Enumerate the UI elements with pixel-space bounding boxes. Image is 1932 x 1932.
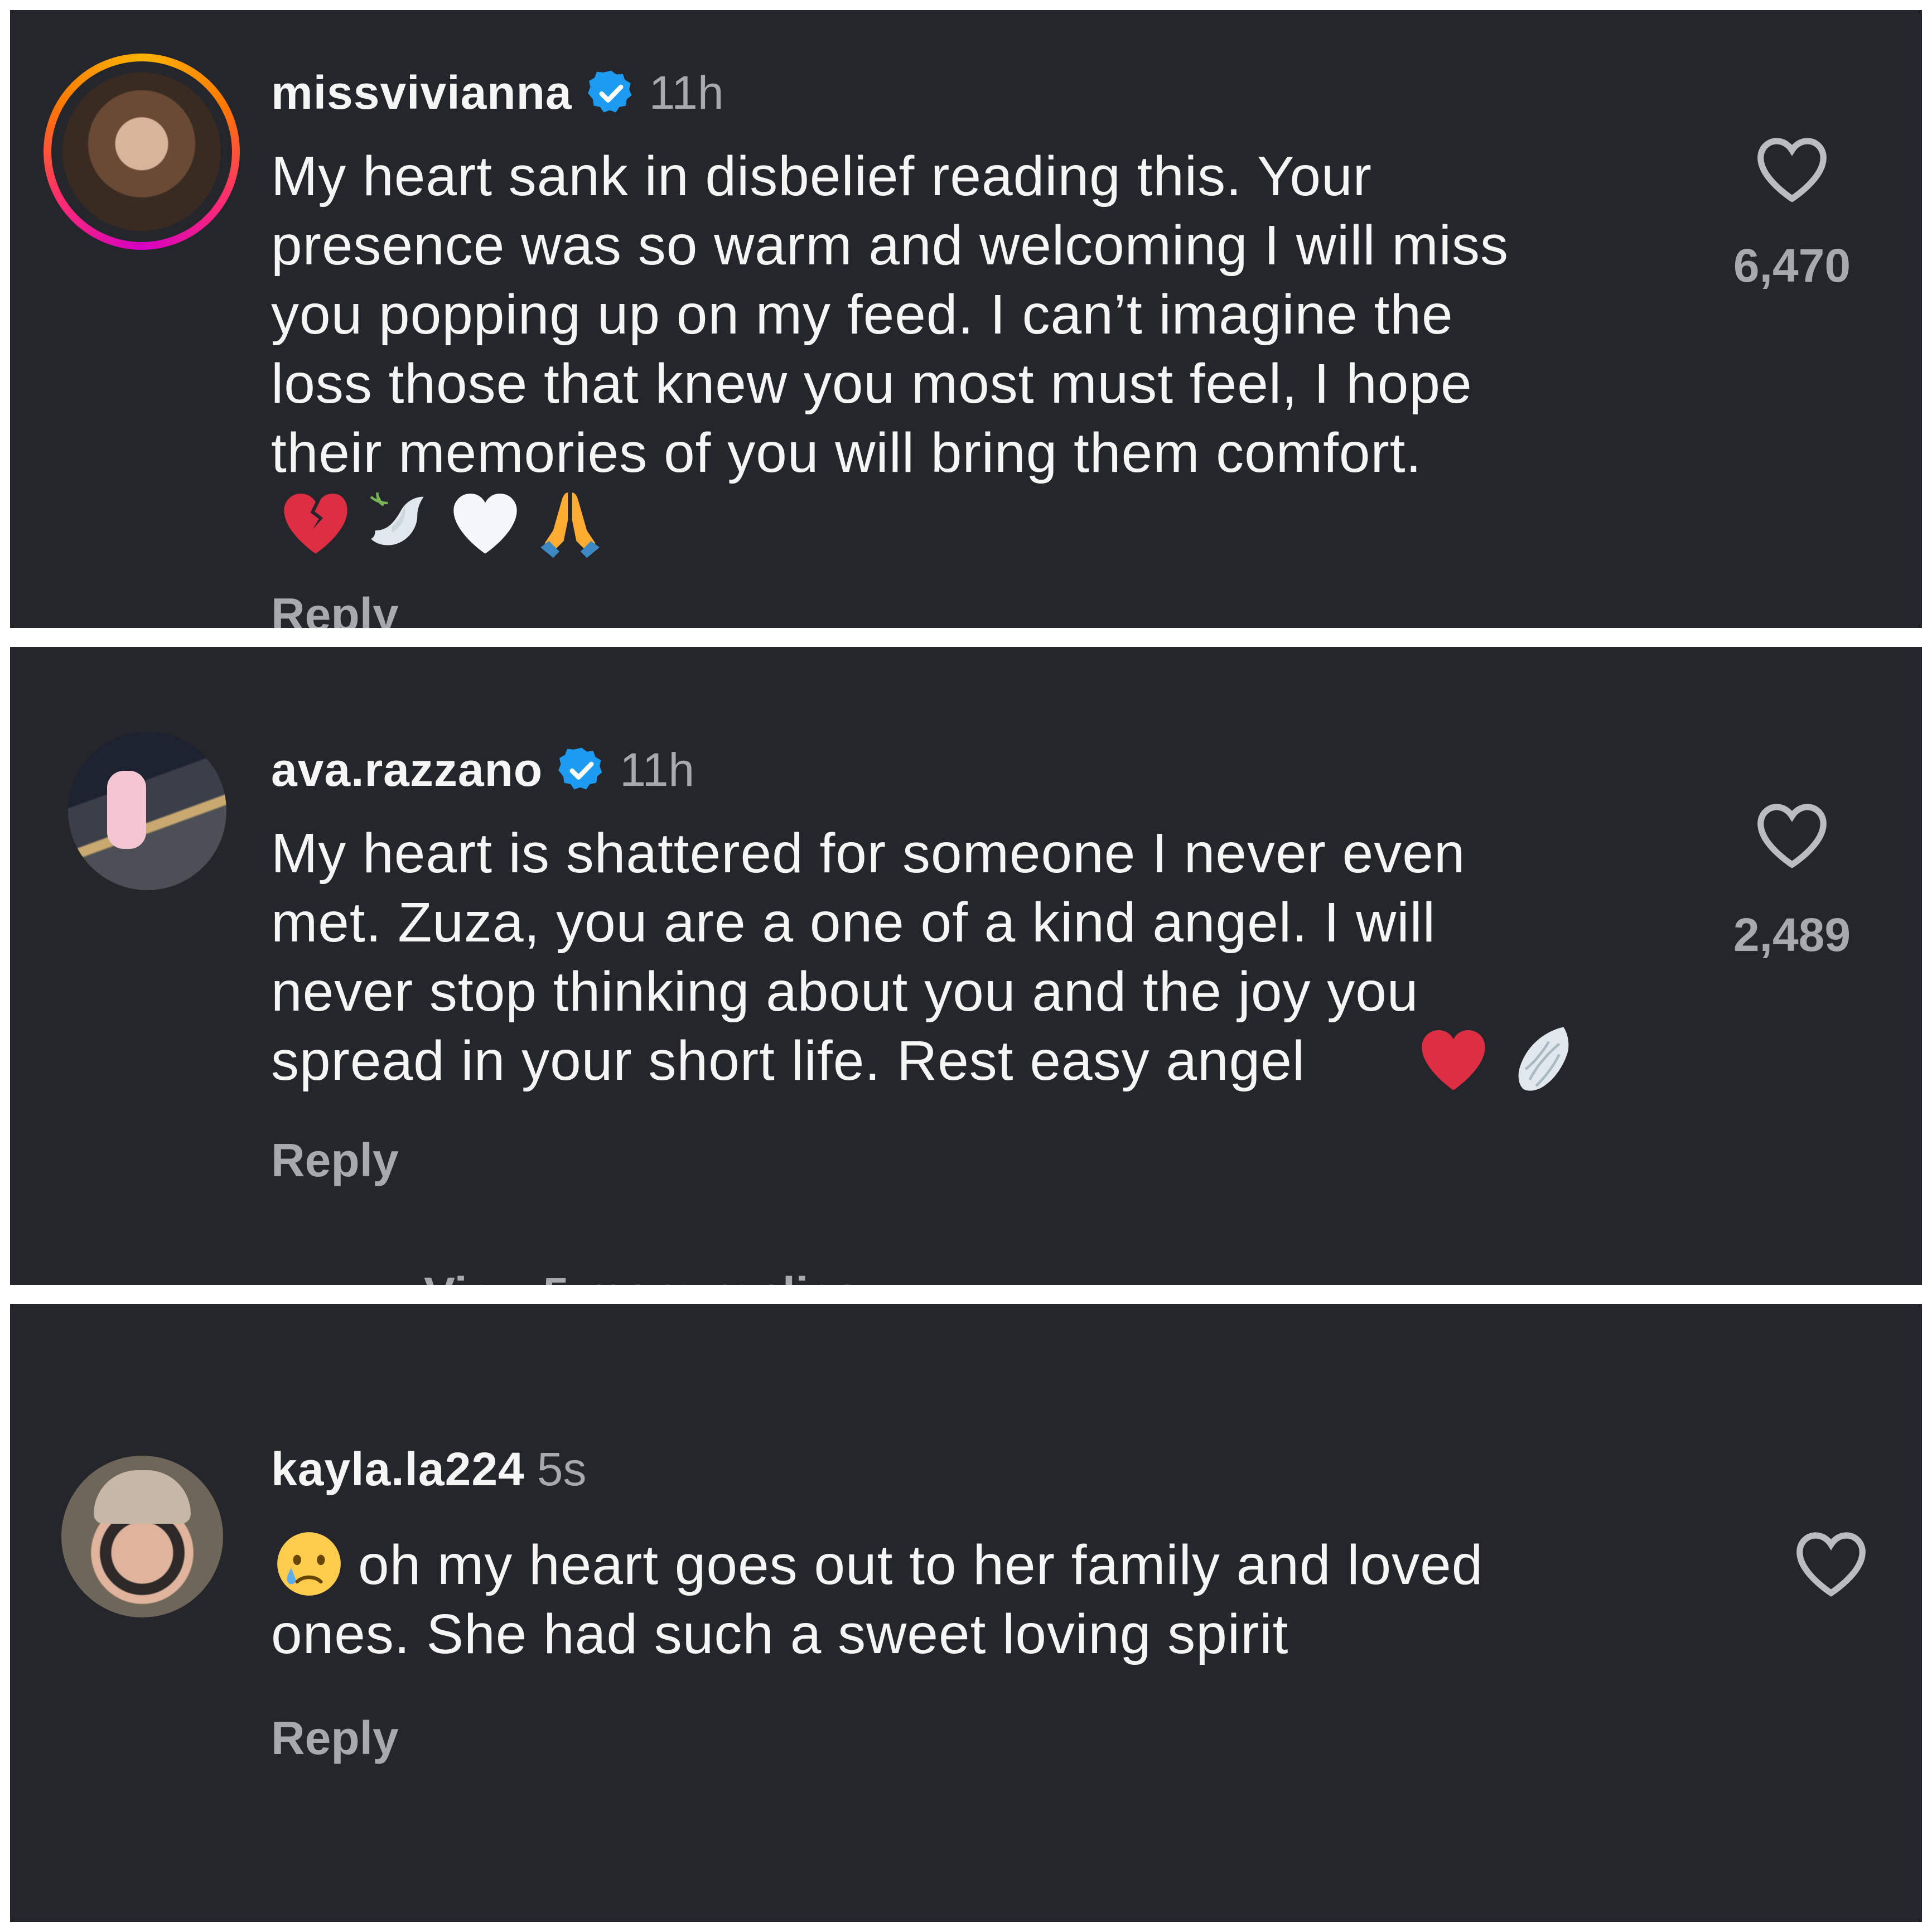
avatar[interactable] [68,732,226,890]
heart-like-icon[interactable] [1750,127,1834,211]
emoji-row [278,484,608,560]
comment-panel-missvivianna: missvivianna 11h My heart sank in disbel… [10,10,1922,628]
username[interactable]: missvivianna [271,66,572,120]
heart-like-icon[interactable] [1750,793,1834,877]
username[interactable]: kayla.la224 [271,1442,525,1496]
timestamp: 11h [620,743,695,796]
view-more-replies[interactable]: View 5 more replies [424,1267,861,1285]
timestamp: 11h [649,66,724,119]
comment-meta: ava.razzano 11h [271,743,694,797]
username[interactable]: ava.razzano [271,743,543,797]
dove-icon [370,492,424,545]
comment-text: My heart sank in disbelief reading this.… [271,145,1509,484]
comment-text: oh my heart goes out to her family and l… [271,1534,1484,1665]
avatar[interactable] [61,1456,223,1617]
reply-button[interactable]: Reply [271,1133,399,1187]
reply-button[interactable]: Reply [271,1711,399,1765]
heart-like-icon[interactable] [1789,1522,1873,1605]
avatar-beanie [94,1470,191,1524]
verified-badge-icon [587,70,632,112]
avatar[interactable] [62,73,221,231]
avatar-figure [107,771,146,849]
comment-text: My heart is shattered for someone I neve… [271,822,1466,1092]
folded-hands-icon [540,492,600,558]
timestamp: 5s [537,1443,587,1495]
comment-panel-kayla: kayla.la224 5s oh my heart goes out to h… [10,1304,1922,1922]
wing-icon [1518,1027,1569,1091]
reply-button[interactable]: Reply [271,588,399,628]
comment-meta: kayla.la224 5s [271,1442,586,1496]
like-count: 6,470 [1733,239,1851,292]
comment-panel-ava-razzano: ava.razzano 11h My heart is shattered fo… [10,647,1922,1285]
broken-heart-icon [284,494,347,554]
red-heart-icon [1422,1030,1485,1090]
comment-meta: missvivianna 11h [271,66,724,120]
verified-badge-icon [558,747,602,789]
white-heart-icon [453,494,517,554]
like-count: 2,489 [1733,909,1851,961]
emoji-row [1416,1021,1576,1097]
